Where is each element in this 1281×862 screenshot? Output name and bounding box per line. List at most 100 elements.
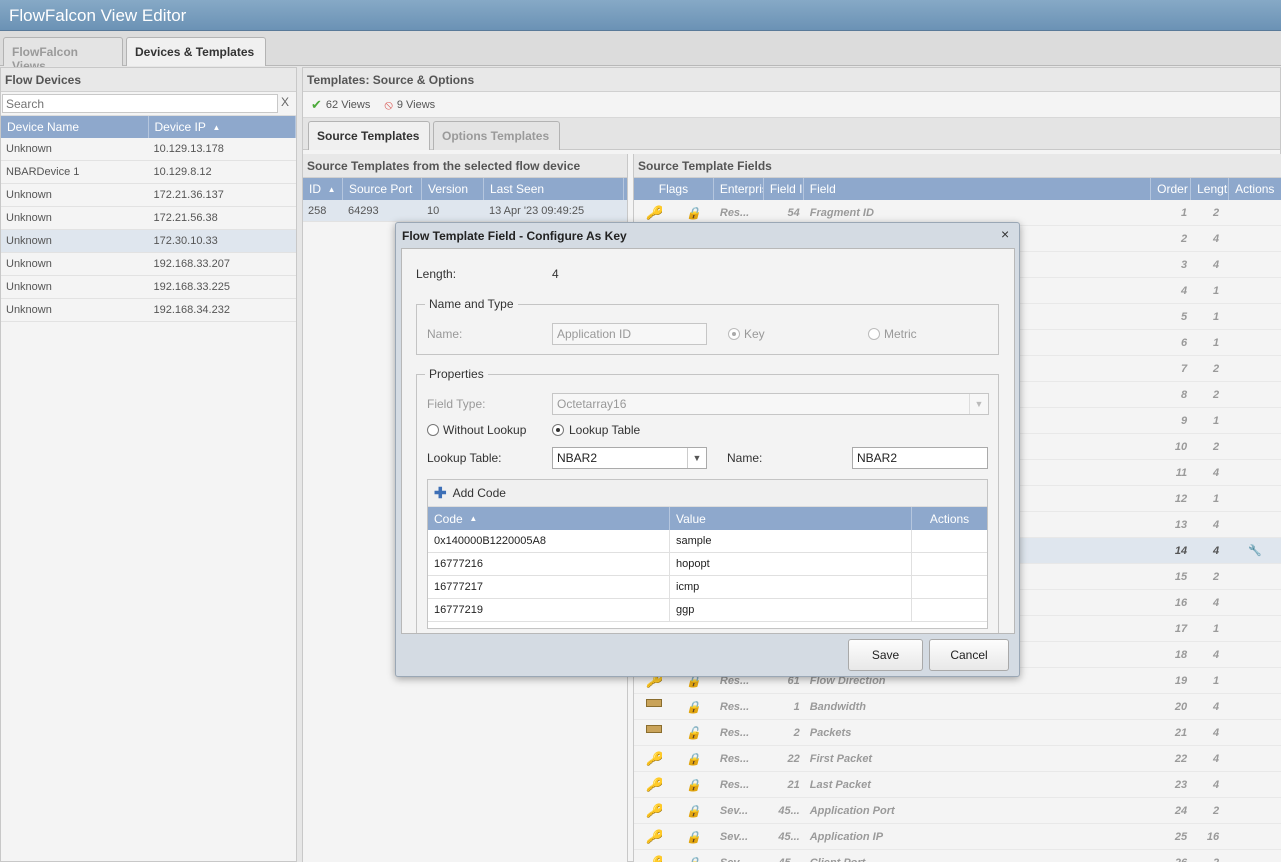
table-row[interactable]: NBARDevice 1 10.129.8.12 [1,161,296,184]
lookup-name-field[interactable]: NBAR2 [852,447,988,469]
source-template-row[interactable]: 258 64293 10 13 Apr '23 09:49:25 [303,200,627,222]
metric-radio[interactable] [868,328,880,340]
lock-icon: 🔒 [686,205,702,220]
length-label: Length: [416,267,457,281]
key-radio[interactable] [728,328,740,340]
field-type-label: Field Type: [427,397,486,411]
col-flags[interactable]: Flags [634,178,714,200]
col-source-port[interactable]: Source Port [343,178,422,200]
sort-asc-icon: ▲ [327,184,336,194]
table-row[interactable]: Unknown 192.168.33.207 [1,253,296,276]
templates-title: Templates: Source & Options [303,68,1280,92]
field-id-cell: 22 [787,752,800,765]
enterprise-cell: Sev... [719,830,749,843]
table-row[interactable]: 16777216 hopopt [428,553,987,576]
lock-icon: 🔒 [686,751,702,766]
save-button[interactable]: Save [848,639,923,671]
order-cell: 7 [1181,362,1188,375]
order-cell: 21 [1174,726,1188,739]
table-row[interactable]: Unknown 192.168.34.232 [1,299,296,322]
table-row[interactable]: Unknown 172.21.56.38 [1,207,296,230]
col-id[interactable]: ID ▲ [303,178,343,200]
table-row[interactable]: 16777219 ggp [428,599,987,622]
views-bad-count[interactable]: 9 Views [397,99,435,111]
lock-icon: 🔒 [686,803,702,818]
col-length[interactable]: Length [1191,178,1230,200]
col-actions[interactable]: Actions [1229,178,1281,200]
table-row[interactable]: Unknown 172.21.36.137 [1,184,296,207]
col-enterprise[interactable]: Enterpris [714,178,764,200]
device-name: Unknown [6,189,52,201]
length-cell: 4 [1212,518,1220,531]
code-cell: 16777217 [428,576,670,598]
table-row[interactable]: 🔑 🔒 Res... 21 Last Packet 23 4 [634,772,1281,798]
key-radio-label: Key [744,327,765,341]
order-cell: 25 [1174,830,1188,843]
code-actions-cell [912,599,987,621]
order-cell: 16 [1174,596,1188,609]
table-row[interactable]: 🔑 🔒 Sev...45...Client Port262 [634,850,1281,862]
enterprise-cell: Res... [719,206,750,219]
views-ok-count[interactable]: 62 Views [326,99,370,111]
col-device-ip[interactable]: Device IP ▲ [149,116,296,138]
length-cell: 2 [1212,440,1220,453]
length-cell: 4 [1212,700,1220,713]
field-id-cell: 45... [764,857,804,862]
metric-radio-label: Metric [884,327,917,341]
tab-flowfalcon-views[interactable]: FlowFalcon Views [3,37,123,73]
table-row[interactable]: 🔒 Res... 1 Bandwidth 20 4 [634,694,1281,720]
col-value[interactable]: Value [670,507,912,530]
value-cell: ggp [670,599,912,621]
add-code-label: Add Code [452,486,506,500]
col-last-seen[interactable]: Last Seen [484,178,624,200]
codes-header: Code ▲ Value Actions [428,507,987,530]
wrench-icon[interactable]: 🔧 [1229,544,1281,557]
without-lookup-radio[interactable] [427,424,439,436]
length-cell: 4 [1212,466,1220,479]
without-lookup-label: Without Lookup [443,423,527,437]
add-code-button[interactable]: ✚ Add Code [428,480,987,507]
length-cell: 4 [1212,726,1220,739]
col-field-id[interactable]: Field II [764,178,804,200]
cancel-button[interactable]: Cancel [929,639,1009,671]
code-cell: 16777216 [428,553,670,575]
length-cell: 2 [1212,570,1220,583]
table-row[interactable]: 🔑 🔒 Res... 22 First Packet 22 4 [634,746,1281,772]
name-field[interactable]: Application ID [552,323,707,345]
chevron-down-icon[interactable]: ▼ [687,448,706,468]
enterprise-cell: Res... [719,726,750,739]
codes-grid: ✚ Add Code Code ▲ Value Actions 0x140000… [427,479,988,629]
tab-options-templates[interactable]: Options Templates [433,121,560,150]
lock-icon: 🔒 [686,855,702,862]
device-name: Unknown [6,143,52,155]
table-row[interactable]: Unknown 172.30.10.33 [1,230,296,253]
table-row[interactable]: 🔓 Res... 2 Packets 21 4 [634,720,1281,746]
device-name: Unknown [6,304,52,316]
table-row[interactable]: 🔑 🔒 Sev... 45... Application Port 24 2 [634,798,1281,824]
length-cell: 4 [1212,778,1220,791]
table-row[interactable]: Unknown 192.168.33.225 [1,276,296,299]
tab-source-templates[interactable]: Source Templates [308,121,430,150]
table-row[interactable]: Unknown 10.129.13.178 [1,138,296,161]
col-field[interactable]: Field [804,178,1152,200]
col-order[interactable]: Order [1151,178,1192,200]
table-row[interactable]: 0x140000B1220005A8 sample [428,530,987,553]
unlock-icon: 🔓 [686,725,702,740]
device-search-input[interactable] [2,94,278,113]
close-icon[interactable]: × [1001,226,1009,242]
field-type-select[interactable]: Octetarray16 [552,393,989,415]
col-code-actions[interactable]: Actions [912,507,987,530]
device-name: NBARDevice 1 [6,166,80,178]
lookup-table-radio[interactable] [552,424,564,436]
table-row[interactable]: 🔑 🔒 Sev... 45... Application IP 25 16 [634,824,1281,850]
clear-search-button[interactable]: X [281,95,289,109]
tab-devices-templates[interactable]: Devices & Templates [126,37,266,66]
col-version[interactable]: Version [422,178,484,200]
value-cell: sample [670,530,912,552]
length-cell: 4 [1212,752,1220,765]
table-row[interactable]: 16777217 icmp [428,576,987,599]
order-cell: 20 [1174,700,1188,713]
lookup-table-select[interactable]: NBAR2 [552,447,707,469]
col-device-name[interactable]: Device Name [1,116,149,138]
col-code[interactable]: Code ▲ [428,507,670,530]
